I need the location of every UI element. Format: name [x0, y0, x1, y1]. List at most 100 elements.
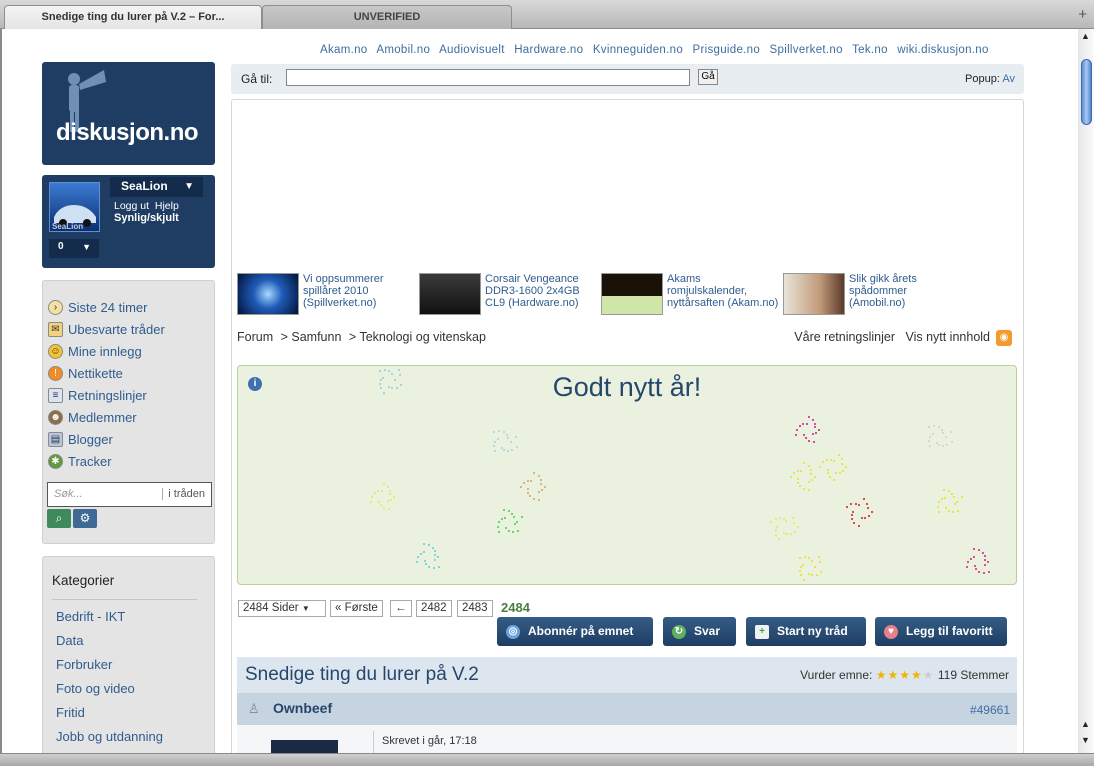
firework-spark	[774, 529, 777, 532]
chevron-down-icon: ▼	[82, 242, 91, 252]
firework-spark	[424, 563, 427, 566]
new-tab-button[interactable]: +	[1078, 6, 1087, 23]
vertical-scrollbar[interactable]: ▲ ▲ ▼	[1078, 29, 1094, 753]
firework-spark	[393, 496, 395, 498]
firework-spark	[973, 565, 976, 568]
page-link-2482[interactable]: 2482	[416, 600, 452, 617]
firework-spark	[775, 533, 778, 536]
reply-button[interactable]: ↻ Svar	[663, 617, 736, 646]
breadcrumb-forum[interactable]: Forum	[237, 330, 273, 344]
firework-spark	[948, 490, 950, 492]
goto-input[interactable]	[286, 69, 690, 86]
firework-spark	[819, 561, 822, 564]
username-dropdown[interactable]: SeaLion ▼	[110, 177, 203, 197]
scroll-down-icon[interactable]: ▼	[1081, 735, 1090, 745]
firework-spark	[866, 502, 869, 505]
sidebar-item-retningslinjer[interactable]: ≡ Retningslinjer	[48, 384, 165, 406]
goto-button[interactable]: Gå	[698, 69, 718, 85]
post-number[interactable]: #49661	[970, 703, 1010, 717]
search-button[interactable]: ⌕	[47, 509, 71, 528]
sidebar-item-mine-innlegg[interactable]: ☺ Mine innlegg	[48, 340, 165, 362]
network-link[interactable]: Spillverket.no	[770, 44, 843, 56]
search-options-button[interactable]: ⚙	[73, 509, 97, 528]
network-link[interactable]: Amobil.no	[376, 44, 430, 56]
sidebar-item-medlemmer[interactable]: ☻ Medlemmer	[48, 406, 165, 428]
user-offline-icon: ♙	[248, 701, 260, 716]
firework-spark	[812, 441, 815, 443]
avatar[interactable]: SeaLion	[49, 182, 100, 232]
sidebar-item-tracker[interactable]: ✱ Tracker	[48, 450, 165, 472]
network-link[interactable]: Audiovisuelt	[439, 44, 505, 56]
network-link[interactable]: wiki.diskusjon.no	[897, 44, 988, 56]
help-link[interactable]: Hjelp	[155, 200, 179, 212]
thread-rating[interactable]: Vurder emne: ★★★★★ 119 Stemmer	[800, 668, 1009, 682]
scroll-thumb[interactable]	[1081, 59, 1092, 125]
network-link[interactable]: Akam.no	[320, 44, 367, 56]
visibility-toggle[interactable]: Synlig/skjult	[114, 212, 179, 224]
network-link[interactable]: Tek.no	[852, 44, 888, 56]
post-author[interactable]: Ownbeef	[273, 700, 332, 716]
firework-spark	[941, 428, 944, 431]
category-link[interactable]: Data	[56, 633, 163, 657]
category-link[interactable]: Fritid	[56, 705, 163, 729]
sidebar-item-label: Blogger	[68, 431, 113, 447]
firework-spark	[378, 500, 381, 503]
sidebar-item-nettikette[interactable]: ! Nettikette	[48, 362, 165, 384]
firework-spark	[929, 436, 931, 438]
tab-unverified[interactable]: UNVERIFIED	[262, 5, 512, 29]
prev-page-link[interactable]: ←	[390, 600, 412, 617]
popup-value-link[interactable]: Av	[1002, 73, 1015, 85]
category-link[interactable]: Jobb og utdanning	[56, 729, 163, 753]
network-link[interactable]: Kvinneguiden.no	[593, 44, 683, 56]
firework-spark	[956, 501, 958, 503]
category-link[interactable]: Foto og video	[56, 681, 163, 705]
post-author-avatar[interactable]	[271, 740, 338, 753]
firework-spark	[931, 433, 934, 436]
notification-count-dropdown[interactable]: 0 ▼	[49, 239, 99, 258]
sidebar-item-siste-24-timer[interactable]: › Siste 24 timer	[48, 296, 165, 318]
promo-text: Vi oppsummerer spillåret 2010 (Spillverk…	[303, 273, 384, 309]
gear-icon: ⚙	[79, 511, 91, 525]
guidelines-link[interactable]: Våre retningslinjer	[794, 330, 895, 344]
category-link[interactable]: Forbruker	[56, 657, 163, 681]
first-page-link[interactable]: « Første	[330, 600, 383, 617]
firework-spark	[800, 566, 802, 568]
firework-spark	[802, 563, 805, 566]
breadcrumb-teknologi[interactable]: > Teknologi og vitenskap	[349, 330, 486, 344]
firework-spark	[520, 515, 523, 518]
firework-spark	[395, 386, 398, 389]
sidebar-item-label: Mine innlegg	[68, 343, 142, 359]
firework-spark	[778, 538, 781, 540]
site-logo[interactable]: diskusjon.no	[42, 62, 215, 165]
network-link[interactable]: Hardware.no	[514, 44, 583, 56]
logout-link[interactable]: Logg ut	[114, 200, 149, 212]
network-link[interactable]: Prisguide.no	[693, 44, 761, 56]
firework-spark	[503, 508, 506, 511]
subscribe-button[interactable]: ◎ Abonnér på emnet	[497, 617, 653, 646]
tab-active[interactable]: Snedige ting du lurer på V.2 – For...	[4, 5, 262, 29]
sidebar-item-blogger[interactable]: ▤ Blogger	[48, 428, 165, 450]
page-link-2483[interactable]: 2483	[457, 600, 493, 617]
firework-spark	[945, 436, 947, 438]
firework-spark	[526, 479, 529, 482]
favorite-button[interactable]: ♥ Legg til favoritt	[875, 617, 1007, 646]
star-rating-icon[interactable]: ★★★★★	[876, 668, 935, 682]
categories-title: Kategorier	[52, 573, 115, 588]
scroll-up-icon[interactable]: ▲	[1081, 31, 1090, 41]
new-thread-button[interactable]: + Start ny tråd	[746, 617, 866, 646]
rss-icon[interactable]: ◉	[996, 330, 1012, 346]
search-input[interactable]: Søk... i tråden	[47, 482, 212, 507]
breadcrumb-samfunn[interactable]: > Samfunn	[281, 330, 342, 344]
promo-thumbnail	[783, 273, 845, 315]
firework-spark	[938, 444, 940, 446]
pages-dropdown[interactable]: 2484 Sider ▼	[238, 600, 326, 617]
sidebar-item-ubesvarte[interactable]: ✉ Ubesvarte tråder	[48, 318, 165, 340]
category-link[interactable]: Bedrift - IKT	[56, 609, 163, 633]
scroll-up-icon[interactable]: ▲	[1081, 719, 1090, 729]
firework-spark	[803, 488, 805, 490]
firework-spark	[981, 551, 984, 554]
search-icon: ⌕	[55, 511, 63, 525]
new-content-link[interactable]: Vis nytt innhold	[905, 330, 990, 344]
firework-spark	[500, 517, 503, 520]
search-scope-dropdown[interactable]: i tråden	[162, 488, 205, 500]
